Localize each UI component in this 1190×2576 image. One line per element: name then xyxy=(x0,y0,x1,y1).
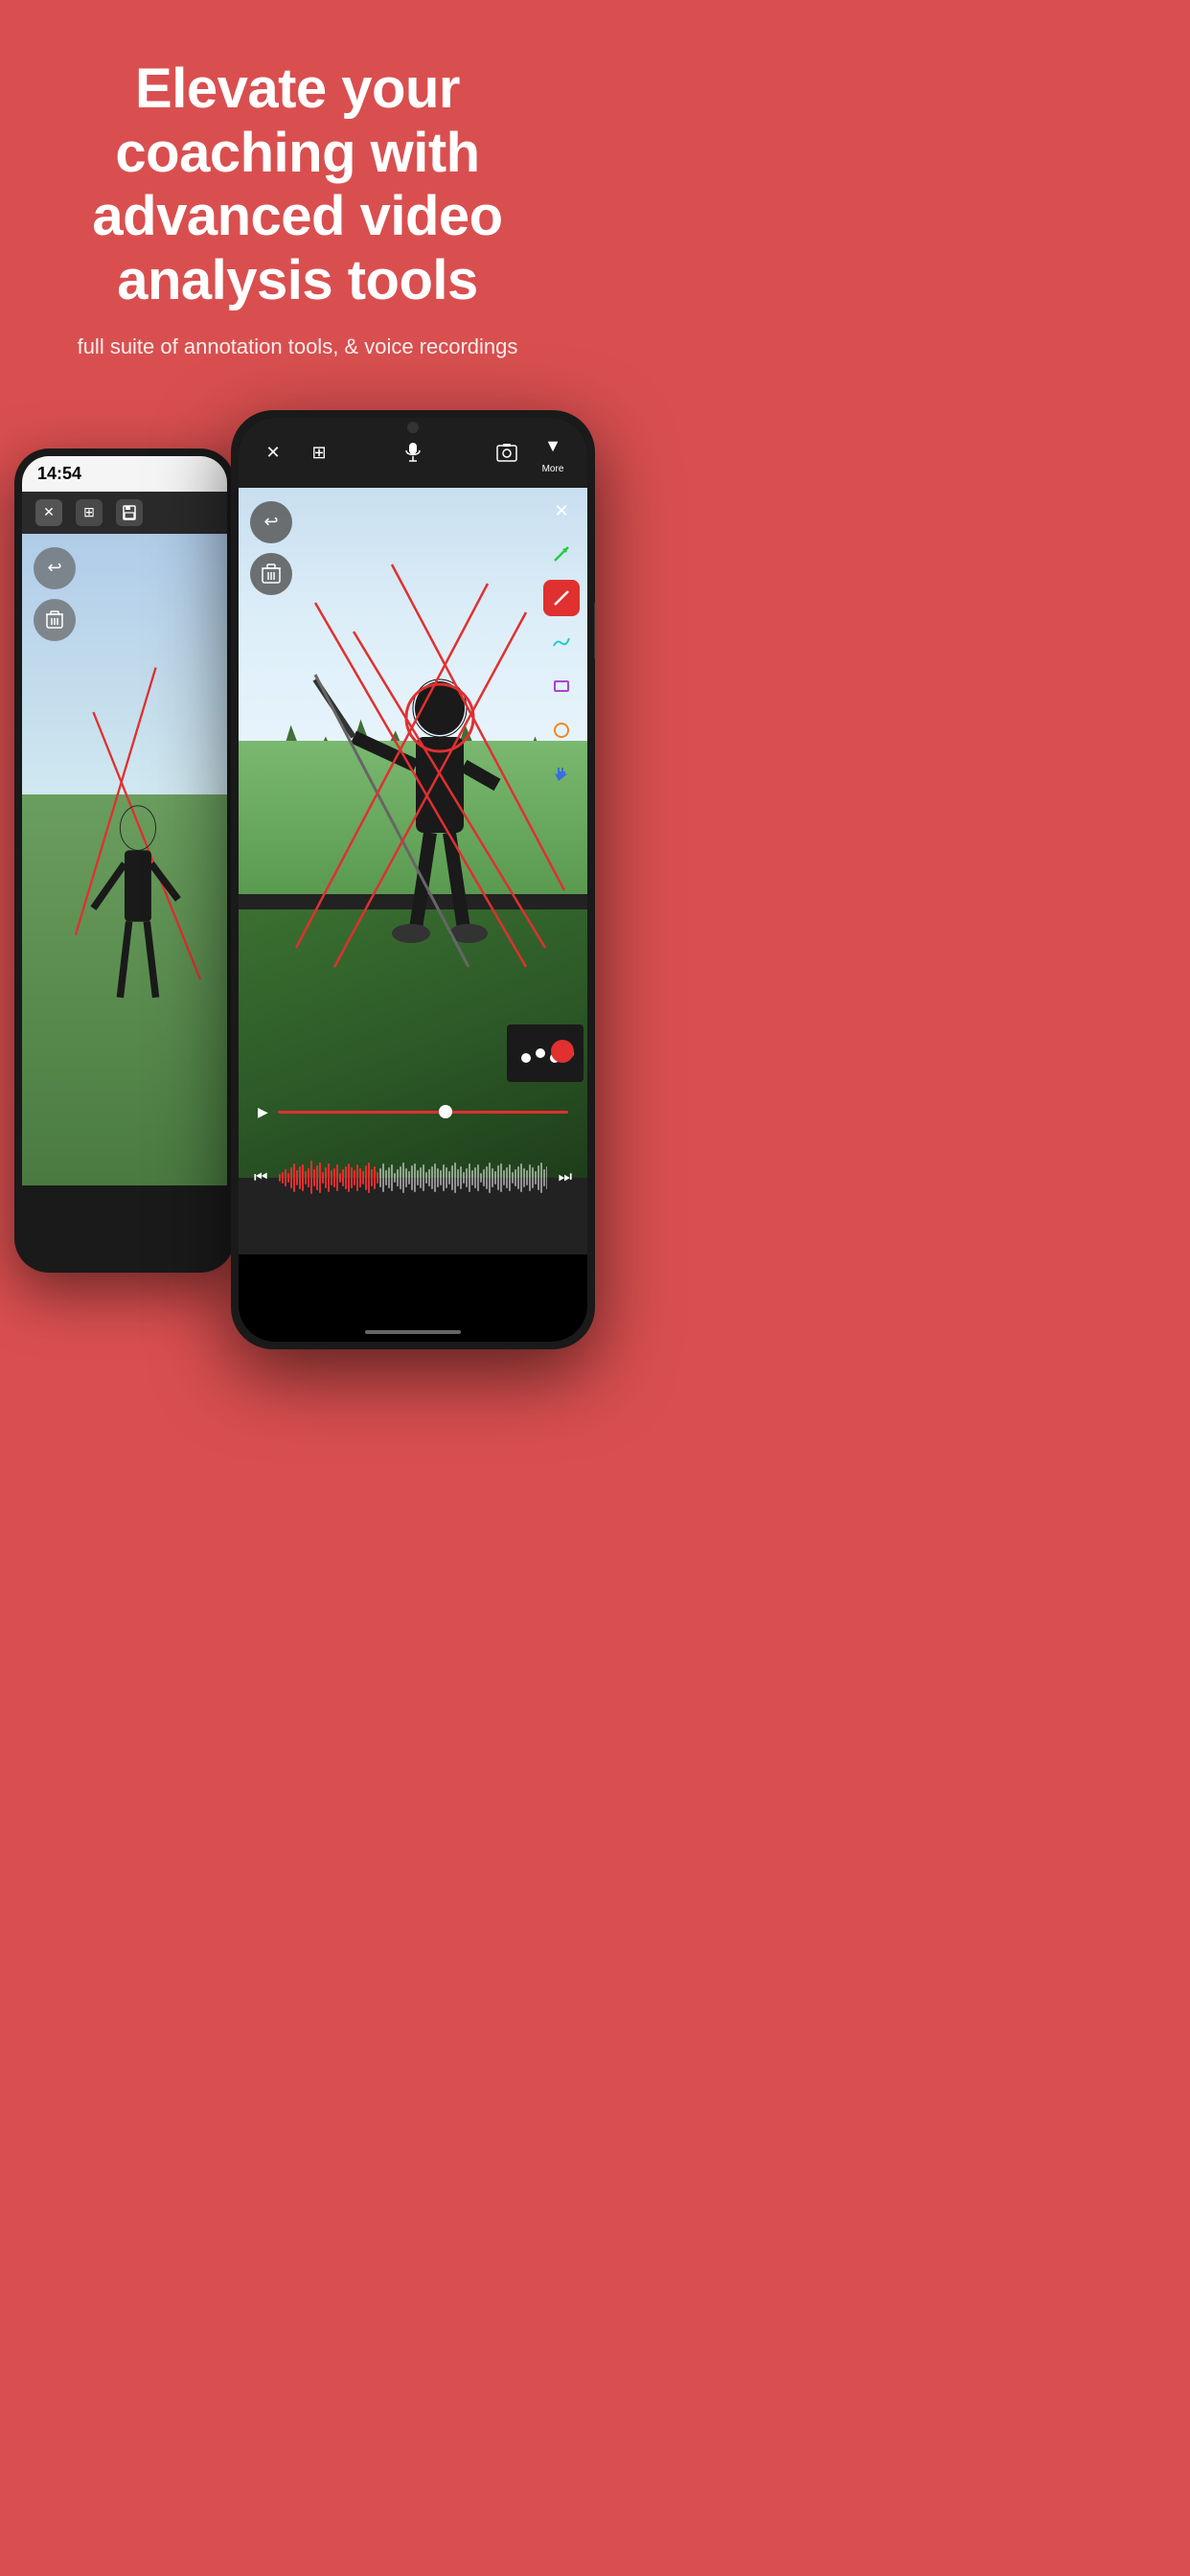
move-tool-button[interactable] xyxy=(543,756,580,793)
back-toolbar: ✕ ⊞ xyxy=(22,492,227,534)
front-split-button[interactable]: ⊞ xyxy=(304,437,334,468)
draw-tool-button[interactable] xyxy=(543,624,580,660)
progress-track[interactable] xyxy=(278,1111,568,1114)
phones-container: 14:54 ✕ ⊞ xyxy=(0,410,595,1368)
front-undo-button[interactable]: ↩ xyxy=(250,501,292,543)
phone-front: ✕ ⊞ xyxy=(231,410,595,1349)
front-delete-button[interactable] xyxy=(250,553,292,595)
rect-tool-button[interactable] xyxy=(543,668,580,704)
circle-tool-button[interactable] xyxy=(543,712,580,748)
front-mic-button[interactable] xyxy=(398,437,428,468)
record-button[interactable] xyxy=(551,1040,574,1063)
waveform-bar: ⏮ ⏭ xyxy=(239,1159,587,1197)
back-status-bar: 14:54 xyxy=(22,456,227,492)
phone-back-screen: 14:54 ✕ ⊞ xyxy=(22,456,227,1265)
hero-title: Elevate your coaching with advanced vide… xyxy=(38,58,557,313)
back-status-time: 14:54 xyxy=(37,464,81,483)
right-tools-panel xyxy=(543,536,580,793)
play-button[interactable]: ▶ xyxy=(258,1104,268,1120)
back-annotations-svg xyxy=(22,534,227,1140)
front-side-button xyxy=(594,602,595,659)
front-screenshot-button[interactable] xyxy=(492,437,522,468)
front-close-button[interactable]: ✕ xyxy=(258,437,288,468)
phone-front-screen: ✕ ⊞ xyxy=(239,418,587,1342)
line-tool-button[interactable] xyxy=(543,580,580,616)
progress-thumb[interactable] xyxy=(439,1105,452,1118)
front-camera-notch xyxy=(407,422,419,433)
front-toolbar-right: ▼ More xyxy=(492,431,568,474)
more-label: More xyxy=(542,464,564,474)
back-split-button[interactable]: ⊞ xyxy=(76,499,103,526)
video-progress-bar: ▶ xyxy=(239,1104,587,1120)
front-toolbar-left: ✕ ⊞ xyxy=(258,437,334,468)
waveform-track[interactable] xyxy=(279,1159,546,1197)
hero-subtitle: full suite of annotation tools, & voice … xyxy=(38,333,557,362)
back-save-button[interactable] xyxy=(116,499,143,526)
front-video-area: ✕ ↩ xyxy=(239,488,587,1254)
phone-back: 14:54 ✕ ⊞ xyxy=(14,448,235,1273)
back-close-button[interactable]: ✕ xyxy=(35,499,62,526)
home-indicator xyxy=(365,1330,461,1334)
arrow-tool-button[interactable] xyxy=(543,536,580,572)
hero-section: Elevate your coaching with advanced vide… xyxy=(0,0,595,391)
front-more-button[interactable]: ▼ More xyxy=(538,431,568,474)
front-video-close[interactable]: ✕ xyxy=(547,497,576,526)
skip-forward-button[interactable]: ⏭ xyxy=(559,1169,572,1186)
skip-back-button[interactable]: ⏮ xyxy=(254,1169,267,1186)
front-annotations-svg xyxy=(239,488,587,1254)
back-video-area: ↩ xyxy=(22,534,227,1185)
